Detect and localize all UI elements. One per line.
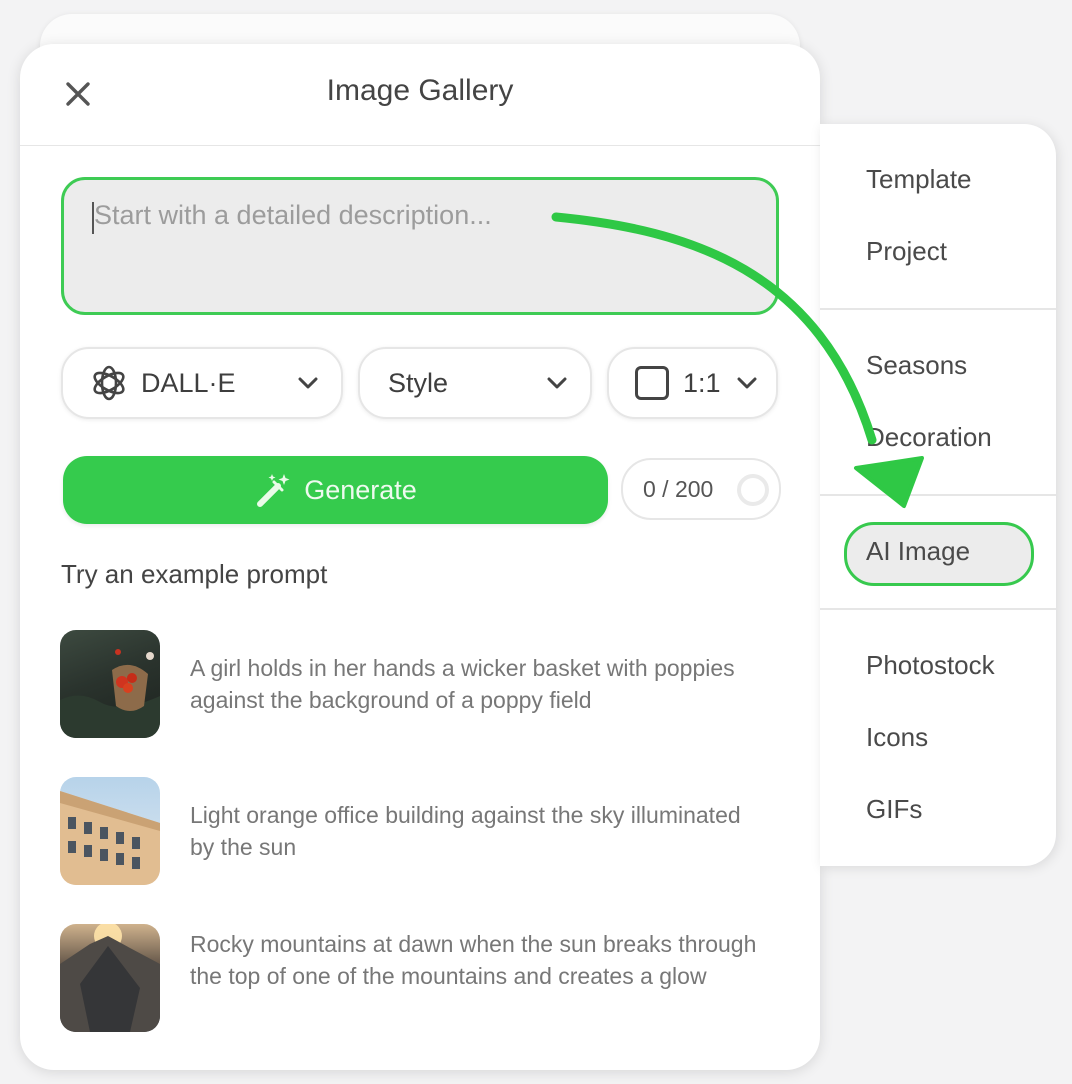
image-gallery-modal: Image Gallery DALL·E Style 1:1 xyxy=(20,44,820,1070)
menu-item-template[interactable]: Template xyxy=(866,164,972,195)
example-prompt-item[interactable]: Rocky mountains at dawn when the sun bre… xyxy=(60,924,780,1032)
character-counter: 0 / 200 xyxy=(621,458,781,520)
chevron-down-icon xyxy=(298,377,318,389)
menu-item-icons[interactable]: Icons xyxy=(866,722,928,753)
model-select[interactable]: DALL·E xyxy=(61,347,343,419)
menu-divider xyxy=(820,608,1056,610)
magic-wand-icon xyxy=(257,474,290,507)
style-select[interactable]: Style xyxy=(358,347,592,419)
example-prompt-text: Light orange office building against the… xyxy=(190,802,741,860)
chevron-down-icon xyxy=(737,377,757,389)
menu-item-project[interactable]: Project xyxy=(866,236,947,267)
menu-item-gifs[interactable]: GIFs xyxy=(866,794,922,825)
example-thumbnail xyxy=(60,777,160,885)
modal-header: Image Gallery xyxy=(20,44,820,146)
example-thumbnail xyxy=(60,630,160,738)
menu-item-seasons[interactable]: Seasons xyxy=(866,350,967,381)
counter-label: 0 / 200 xyxy=(643,475,714,502)
side-menu: Template Project Seasons Decoration AI I… xyxy=(820,124,1056,866)
style-select-label: Style xyxy=(388,367,449,398)
openai-logo-icon xyxy=(93,365,125,401)
example-prompt-text: Rocky mountains at dawn when the sun bre… xyxy=(190,931,757,989)
aspect-ratio-select[interactable]: 1:1 xyxy=(607,347,778,419)
chevron-down-icon xyxy=(547,377,567,389)
prompt-textarea-container[interactable] xyxy=(61,177,779,315)
generate-button-label: Generate xyxy=(304,474,417,505)
menu-divider xyxy=(820,308,1056,310)
example-prompt-item[interactable]: Light orange office building against the… xyxy=(60,777,780,885)
menu-divider xyxy=(820,494,1056,496)
example-prompt-text: A girl holds in her hands a wicker baske… xyxy=(190,655,735,713)
square-ratio-icon xyxy=(635,366,669,400)
aspect-ratio-label: 1:1 xyxy=(683,367,721,398)
example-thumbnail xyxy=(60,924,160,1032)
menu-item-ai-image[interactable]: AI Image xyxy=(866,536,970,567)
prompt-input[interactable] xyxy=(90,200,750,231)
text-caret xyxy=(92,202,94,234)
menu-item-decoration[interactable]: Decoration xyxy=(866,422,992,453)
generate-button[interactable]: Generate xyxy=(63,456,608,524)
menu-item-photostock[interactable]: Photostock xyxy=(866,650,995,681)
example-prompt-item[interactable]: A girl holds in her hands a wicker baske… xyxy=(60,630,780,738)
modal-title: Image Gallery xyxy=(326,74,514,107)
progress-ring xyxy=(737,474,769,506)
examples-heading: Try an example prompt xyxy=(61,559,328,589)
model-select-label: DALL·E xyxy=(141,367,236,398)
